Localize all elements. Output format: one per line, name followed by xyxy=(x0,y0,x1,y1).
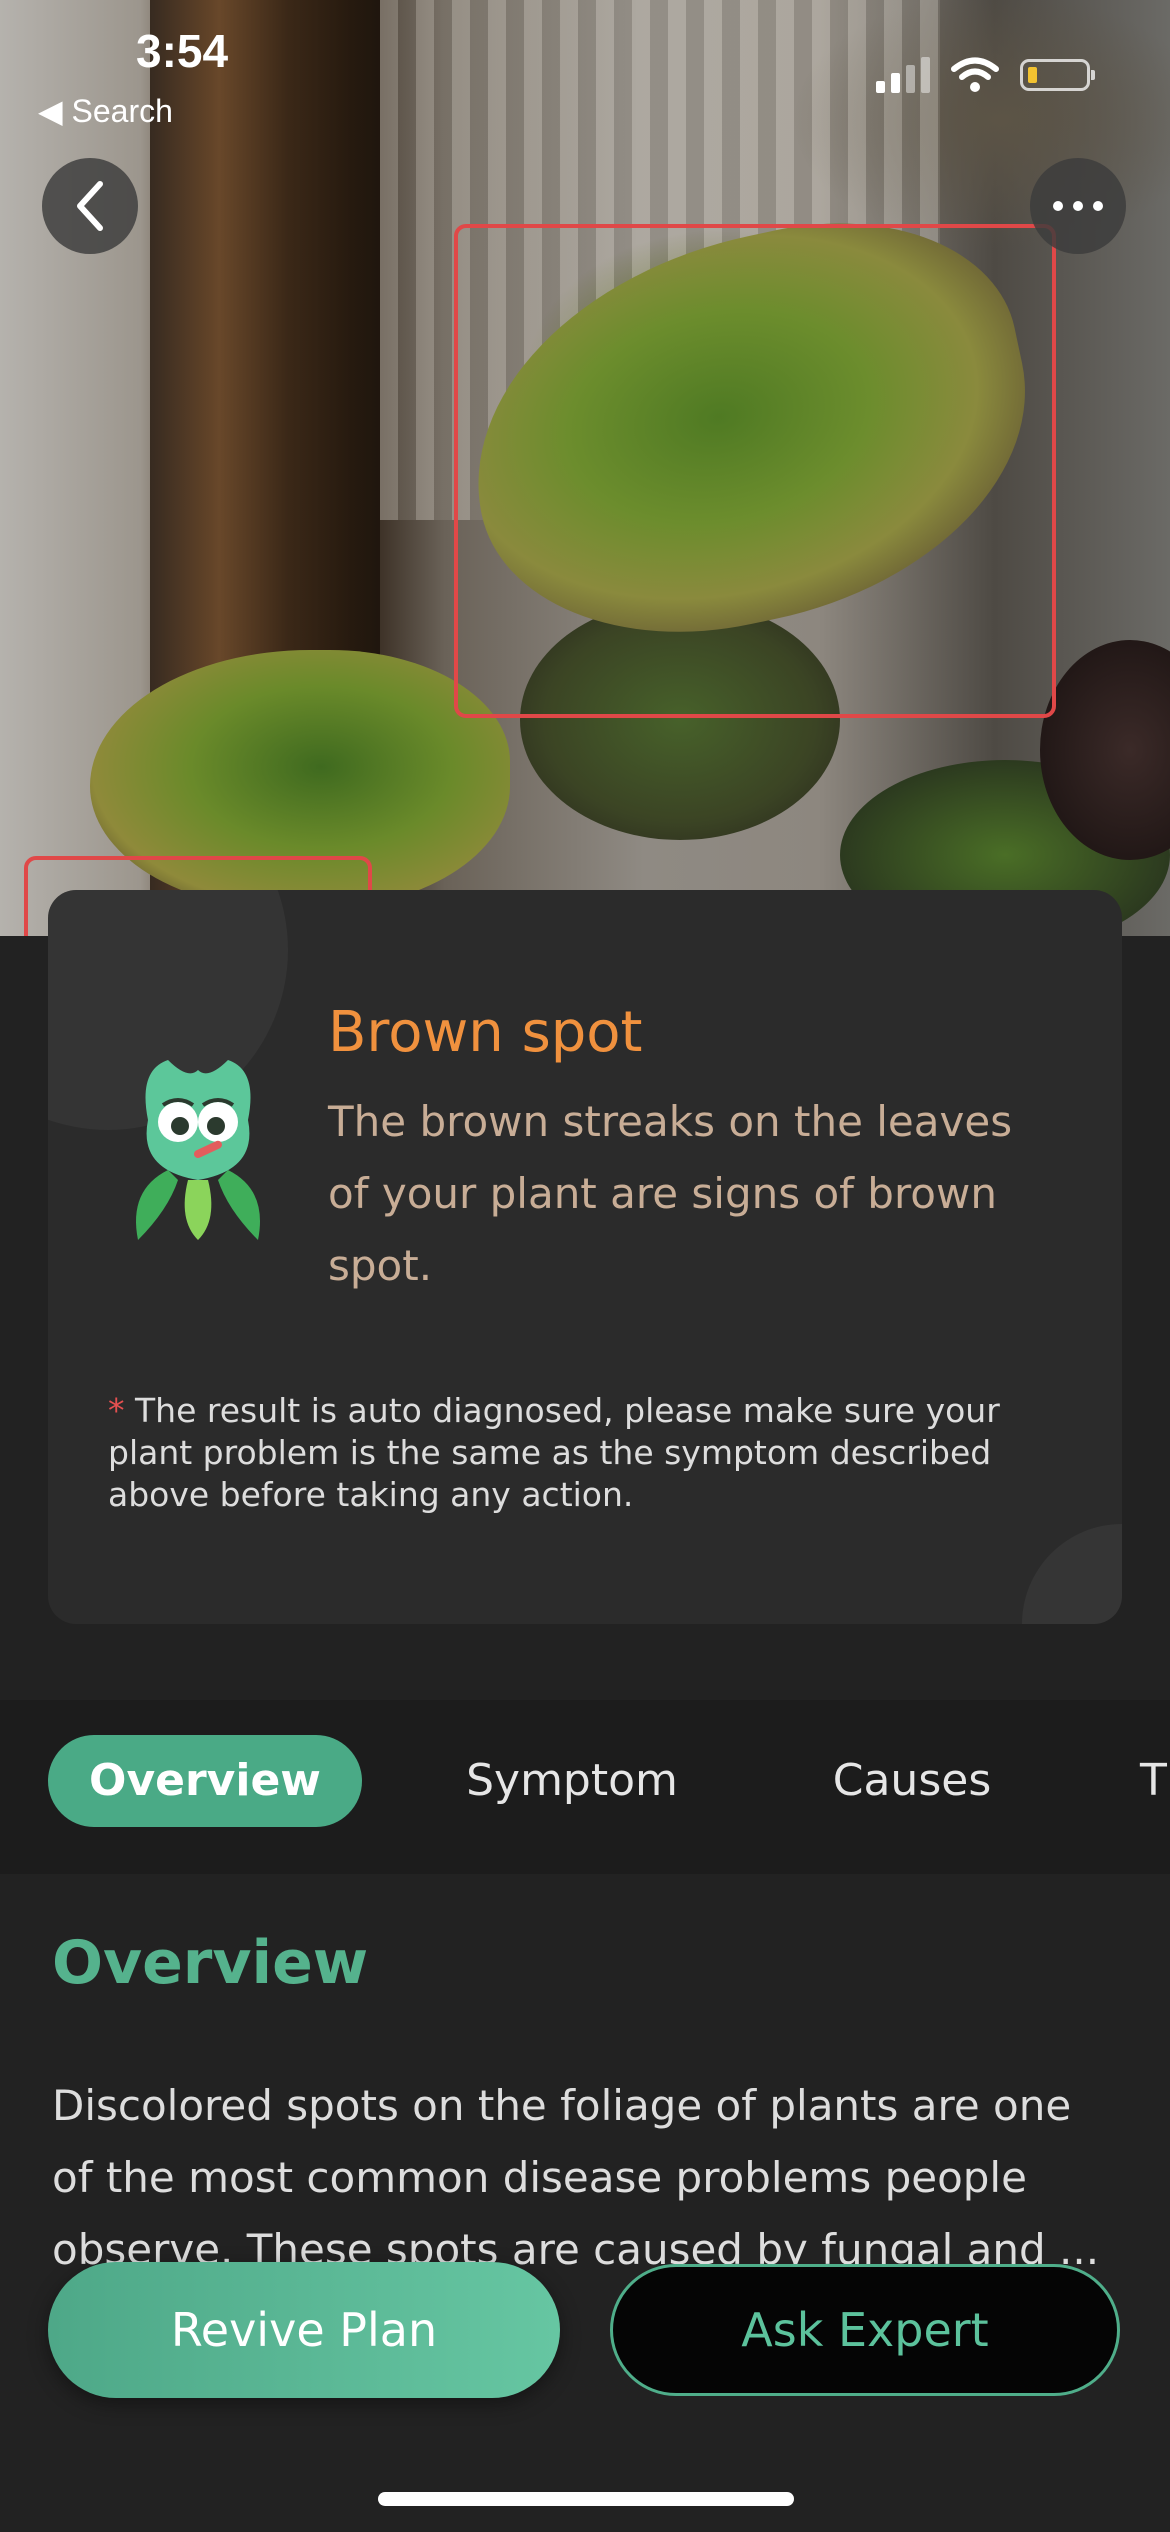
back-button[interactable] xyxy=(42,158,138,254)
diagnosis-title: Brown spot xyxy=(328,1000,643,1065)
more-button[interactable] xyxy=(1030,158,1126,254)
plant-photo xyxy=(0,0,1170,936)
wifi-icon xyxy=(951,57,999,92)
diagnosis-card: Brown spot The brown streaks on the leav… xyxy=(48,890,1122,1624)
diagnosis-disclaimer: * The result is auto diagnosed, please m… xyxy=(108,1390,1068,1516)
section-tabs: Overview Symptom Causes T xyxy=(0,1700,1170,1874)
card-decoration xyxy=(1022,1524,1122,1624)
overview-heading: Overview xyxy=(52,1928,369,1998)
status-time: 3:54 xyxy=(136,25,229,77)
chevron-left-icon xyxy=(77,181,103,231)
more-horizontal-icon xyxy=(1053,201,1103,211)
tab-causes[interactable]: Causes xyxy=(800,1735,1024,1827)
diagnosis-description: The brown streaks on the leaves of your … xyxy=(328,1097,1013,1290)
tab-treatment[interactable]: T xyxy=(1140,1735,1170,1827)
sick-plant-mascot-icon xyxy=(136,1060,260,1240)
battery-icon xyxy=(1020,59,1095,91)
disclaimer-text: The result is auto diagnosed, please mak… xyxy=(108,1391,1000,1514)
status-icons xyxy=(876,56,1095,94)
revive-plan-button[interactable]: Revive Plan xyxy=(48,2262,560,2398)
cellular-signal-icon xyxy=(876,57,930,93)
tab-overview[interactable]: Overview xyxy=(48,1735,362,1827)
tab-symptom[interactable]: Symptom xyxy=(440,1735,704,1827)
detection-box-main xyxy=(454,224,1056,718)
ask-expert-button[interactable]: Ask Expert xyxy=(610,2264,1120,2396)
disclaimer-asterisk: * xyxy=(108,1391,125,1430)
home-indicator xyxy=(378,2492,794,2506)
status-back-link[interactable]: ◀ Search xyxy=(38,92,173,130)
